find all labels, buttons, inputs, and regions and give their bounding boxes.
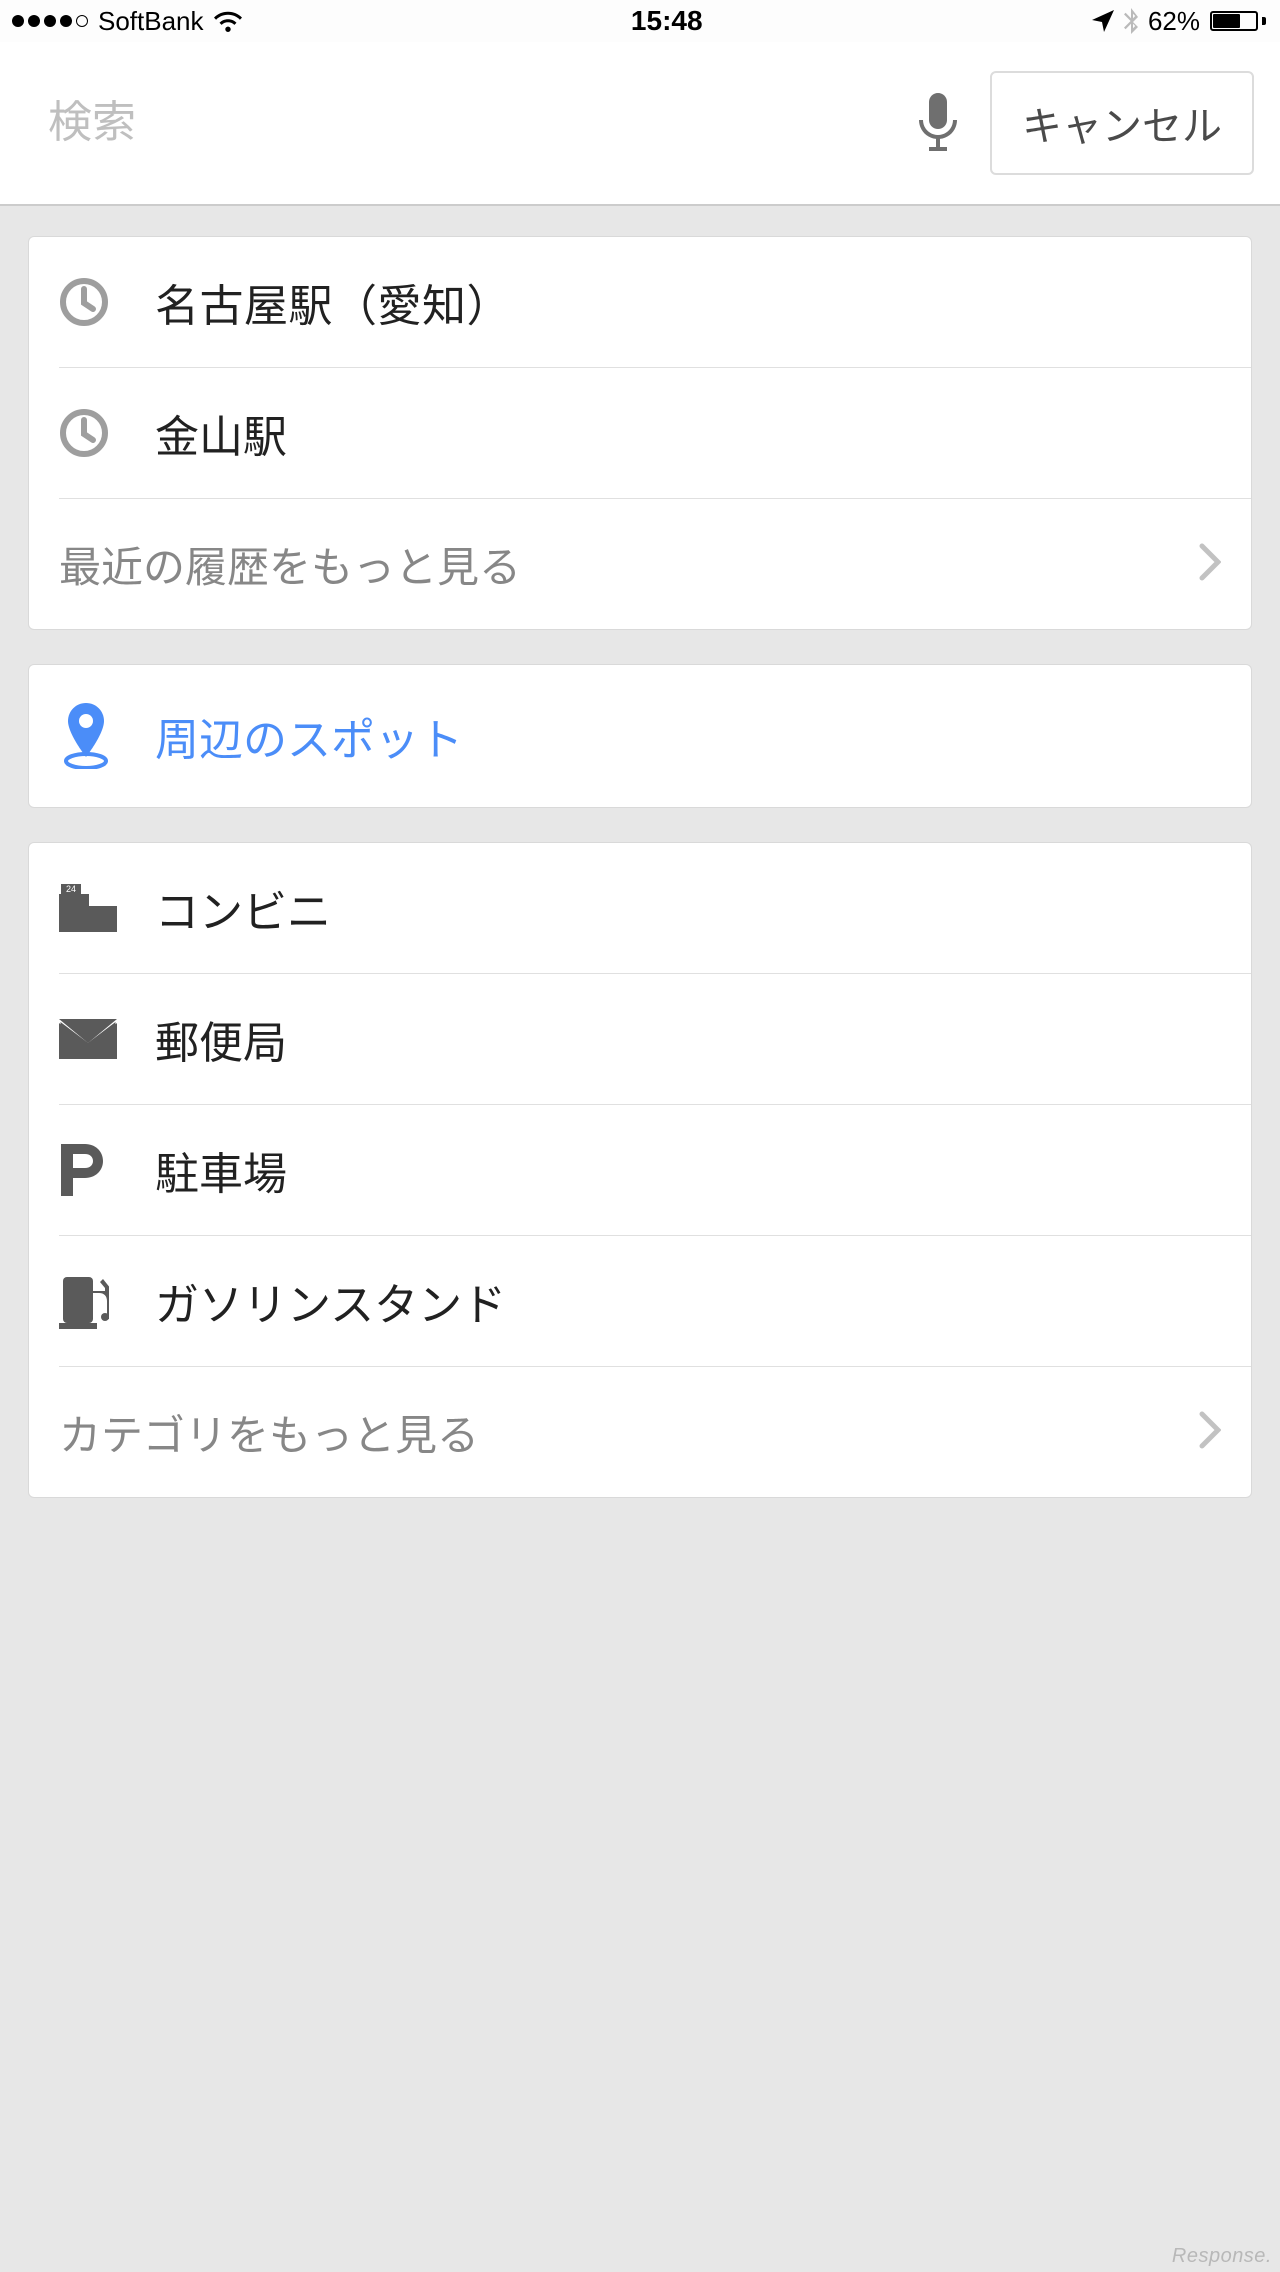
- nearby-spots-button[interactable]: 周辺のスポット: [29, 665, 1251, 807]
- place-pin-icon: [59, 703, 155, 769]
- watermark: Response.: [1172, 2245, 1272, 2268]
- content-area: 名古屋駅（愛知） 金山駅 最近の履歴をもっと見る: [0, 206, 1280, 1498]
- parking-icon: [59, 1144, 155, 1196]
- category-convenience-store[interactable]: 24 コンビニ: [29, 843, 1251, 973]
- voice-search-button[interactable]: [906, 83, 970, 163]
- chevron-right-icon: [1199, 1411, 1221, 1454]
- status-left: SoftBank: [12, 6, 242, 37]
- status-bar: SoftBank 15:48 62%: [0, 0, 1280, 42]
- status-time: 15:48: [631, 5, 703, 37]
- cancel-button-label: キャンセル: [1022, 105, 1222, 149]
- category-label: 郵便局: [155, 1007, 1215, 1071]
- battery-icon: [1210, 11, 1266, 31]
- history-icon: [59, 277, 155, 327]
- status-right: 62%: [1092, 6, 1266, 37]
- show-more-categories-label: カテゴリをもっと見る: [59, 1402, 479, 1463]
- recent-history-card: 名古屋駅（愛知） 金山駅 最近の履歴をもっと見る: [28, 236, 1252, 630]
- recent-item-nagoya[interactable]: 名古屋駅（愛知）: [29, 237, 1251, 367]
- svg-text:24: 24: [66, 884, 76, 894]
- history-icon: [59, 408, 155, 458]
- microphone-icon: [919, 93, 957, 154]
- category-post-office[interactable]: 郵便局: [29, 974, 1251, 1104]
- recent-item-kanayama[interactable]: 金山駅: [29, 368, 1251, 498]
- convenience-store-icon: 24: [59, 884, 155, 932]
- battery-fill: [1213, 14, 1240, 28]
- battery-percent: 62%: [1148, 6, 1200, 37]
- category-label: ガソリンスタンド: [155, 1269, 1215, 1333]
- chevron-right-icon: [1199, 543, 1221, 586]
- recent-item-label: 名古屋駅（愛知）: [155, 270, 1215, 334]
- signal-strength-icon: [12, 15, 88, 27]
- recent-item-label: 金山駅: [155, 401, 1215, 465]
- mail-icon: [59, 1019, 155, 1059]
- search-header: キャンセル: [0, 42, 1280, 206]
- nearby-spots-card: 周辺のスポット: [28, 664, 1252, 808]
- wifi-icon: [214, 10, 242, 32]
- location-services-icon: [1092, 10, 1114, 32]
- category-gas-station[interactable]: ガソリンスタンド: [29, 1236, 1251, 1366]
- gas-pump-icon: [59, 1273, 155, 1329]
- category-label: コンビニ: [155, 876, 1215, 940]
- categories-card: 24 コンビニ 郵便局: [28, 842, 1252, 1498]
- category-parking[interactable]: 駐車場: [29, 1105, 1251, 1235]
- category-label: 駐車場: [155, 1138, 1215, 1202]
- show-more-history[interactable]: 最近の履歴をもっと見る: [29, 499, 1251, 629]
- show-more-history-label: 最近の履歴をもっと見る: [59, 534, 521, 595]
- carrier-label: SoftBank: [98, 6, 204, 37]
- bluetooth-icon: [1124, 8, 1138, 34]
- search-input[interactable]: [48, 98, 886, 148]
- cancel-button[interactable]: キャンセル: [990, 71, 1254, 175]
- show-more-categories[interactable]: カテゴリをもっと見る: [29, 1367, 1251, 1497]
- nearby-spots-label: 周辺のスポット: [155, 704, 1215, 768]
